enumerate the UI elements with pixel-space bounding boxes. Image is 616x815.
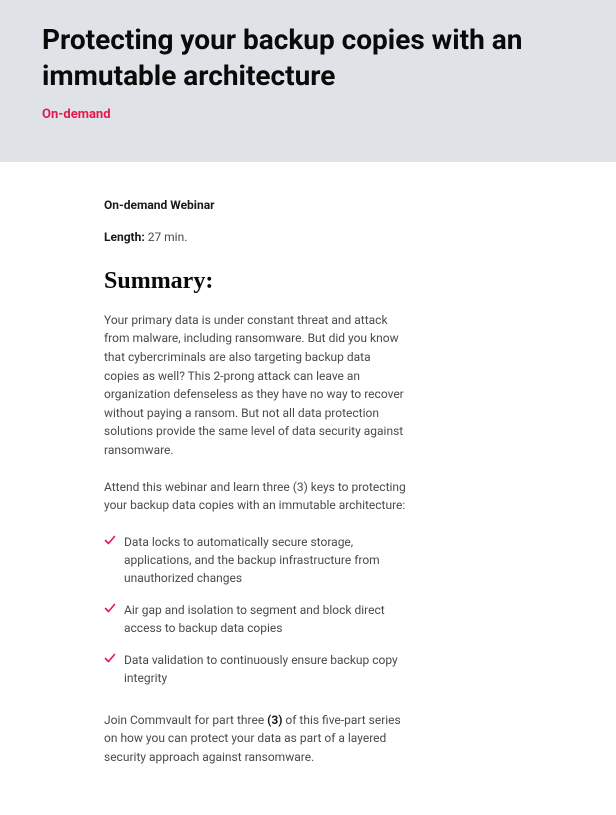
list-item: Air gap and isolation to segment and blo… [104,601,408,637]
closing-bold: (3) [267,713,282,727]
closing-para: Join Commvault for part three (3) of thi… [104,711,408,767]
summary-para-1: Your primary data is under constant thre… [104,311,408,460]
page-title: Protecting your backup copies with an im… [42,22,574,95]
closing-prefix: Join Commvault for part three [104,713,267,727]
list-item: Data validation to continuously ensure b… [104,651,408,687]
list-item-text: Air gap and isolation to segment and blo… [124,603,385,635]
content-region: On-demand Webinar Length: 27 min. Summar… [0,162,450,815]
list-item-text: Data validation to continuously ensure b… [124,653,398,685]
length-value: 27 min. [145,230,188,244]
length-label: Length: [104,230,145,244]
check-icon [104,534,116,546]
list-item: Data locks to automatically secure stora… [104,533,408,587]
summary-heading: Summary: [104,268,408,295]
hero-banner: Protecting your backup copies with an im… [0,0,616,162]
webinar-type-label: On-demand Webinar [104,198,408,212]
summary-para-2: Attend this webinar and learn three (3) … [104,478,408,515]
length-row: Length: 27 min. [104,230,408,244]
check-icon [104,652,116,664]
check-icon [104,602,116,614]
hero-tag: On-demand [42,107,574,122]
list-item-text: Data locks to automatically secure stora… [124,535,380,585]
key-points-list: Data locks to automatically secure stora… [104,533,408,687]
